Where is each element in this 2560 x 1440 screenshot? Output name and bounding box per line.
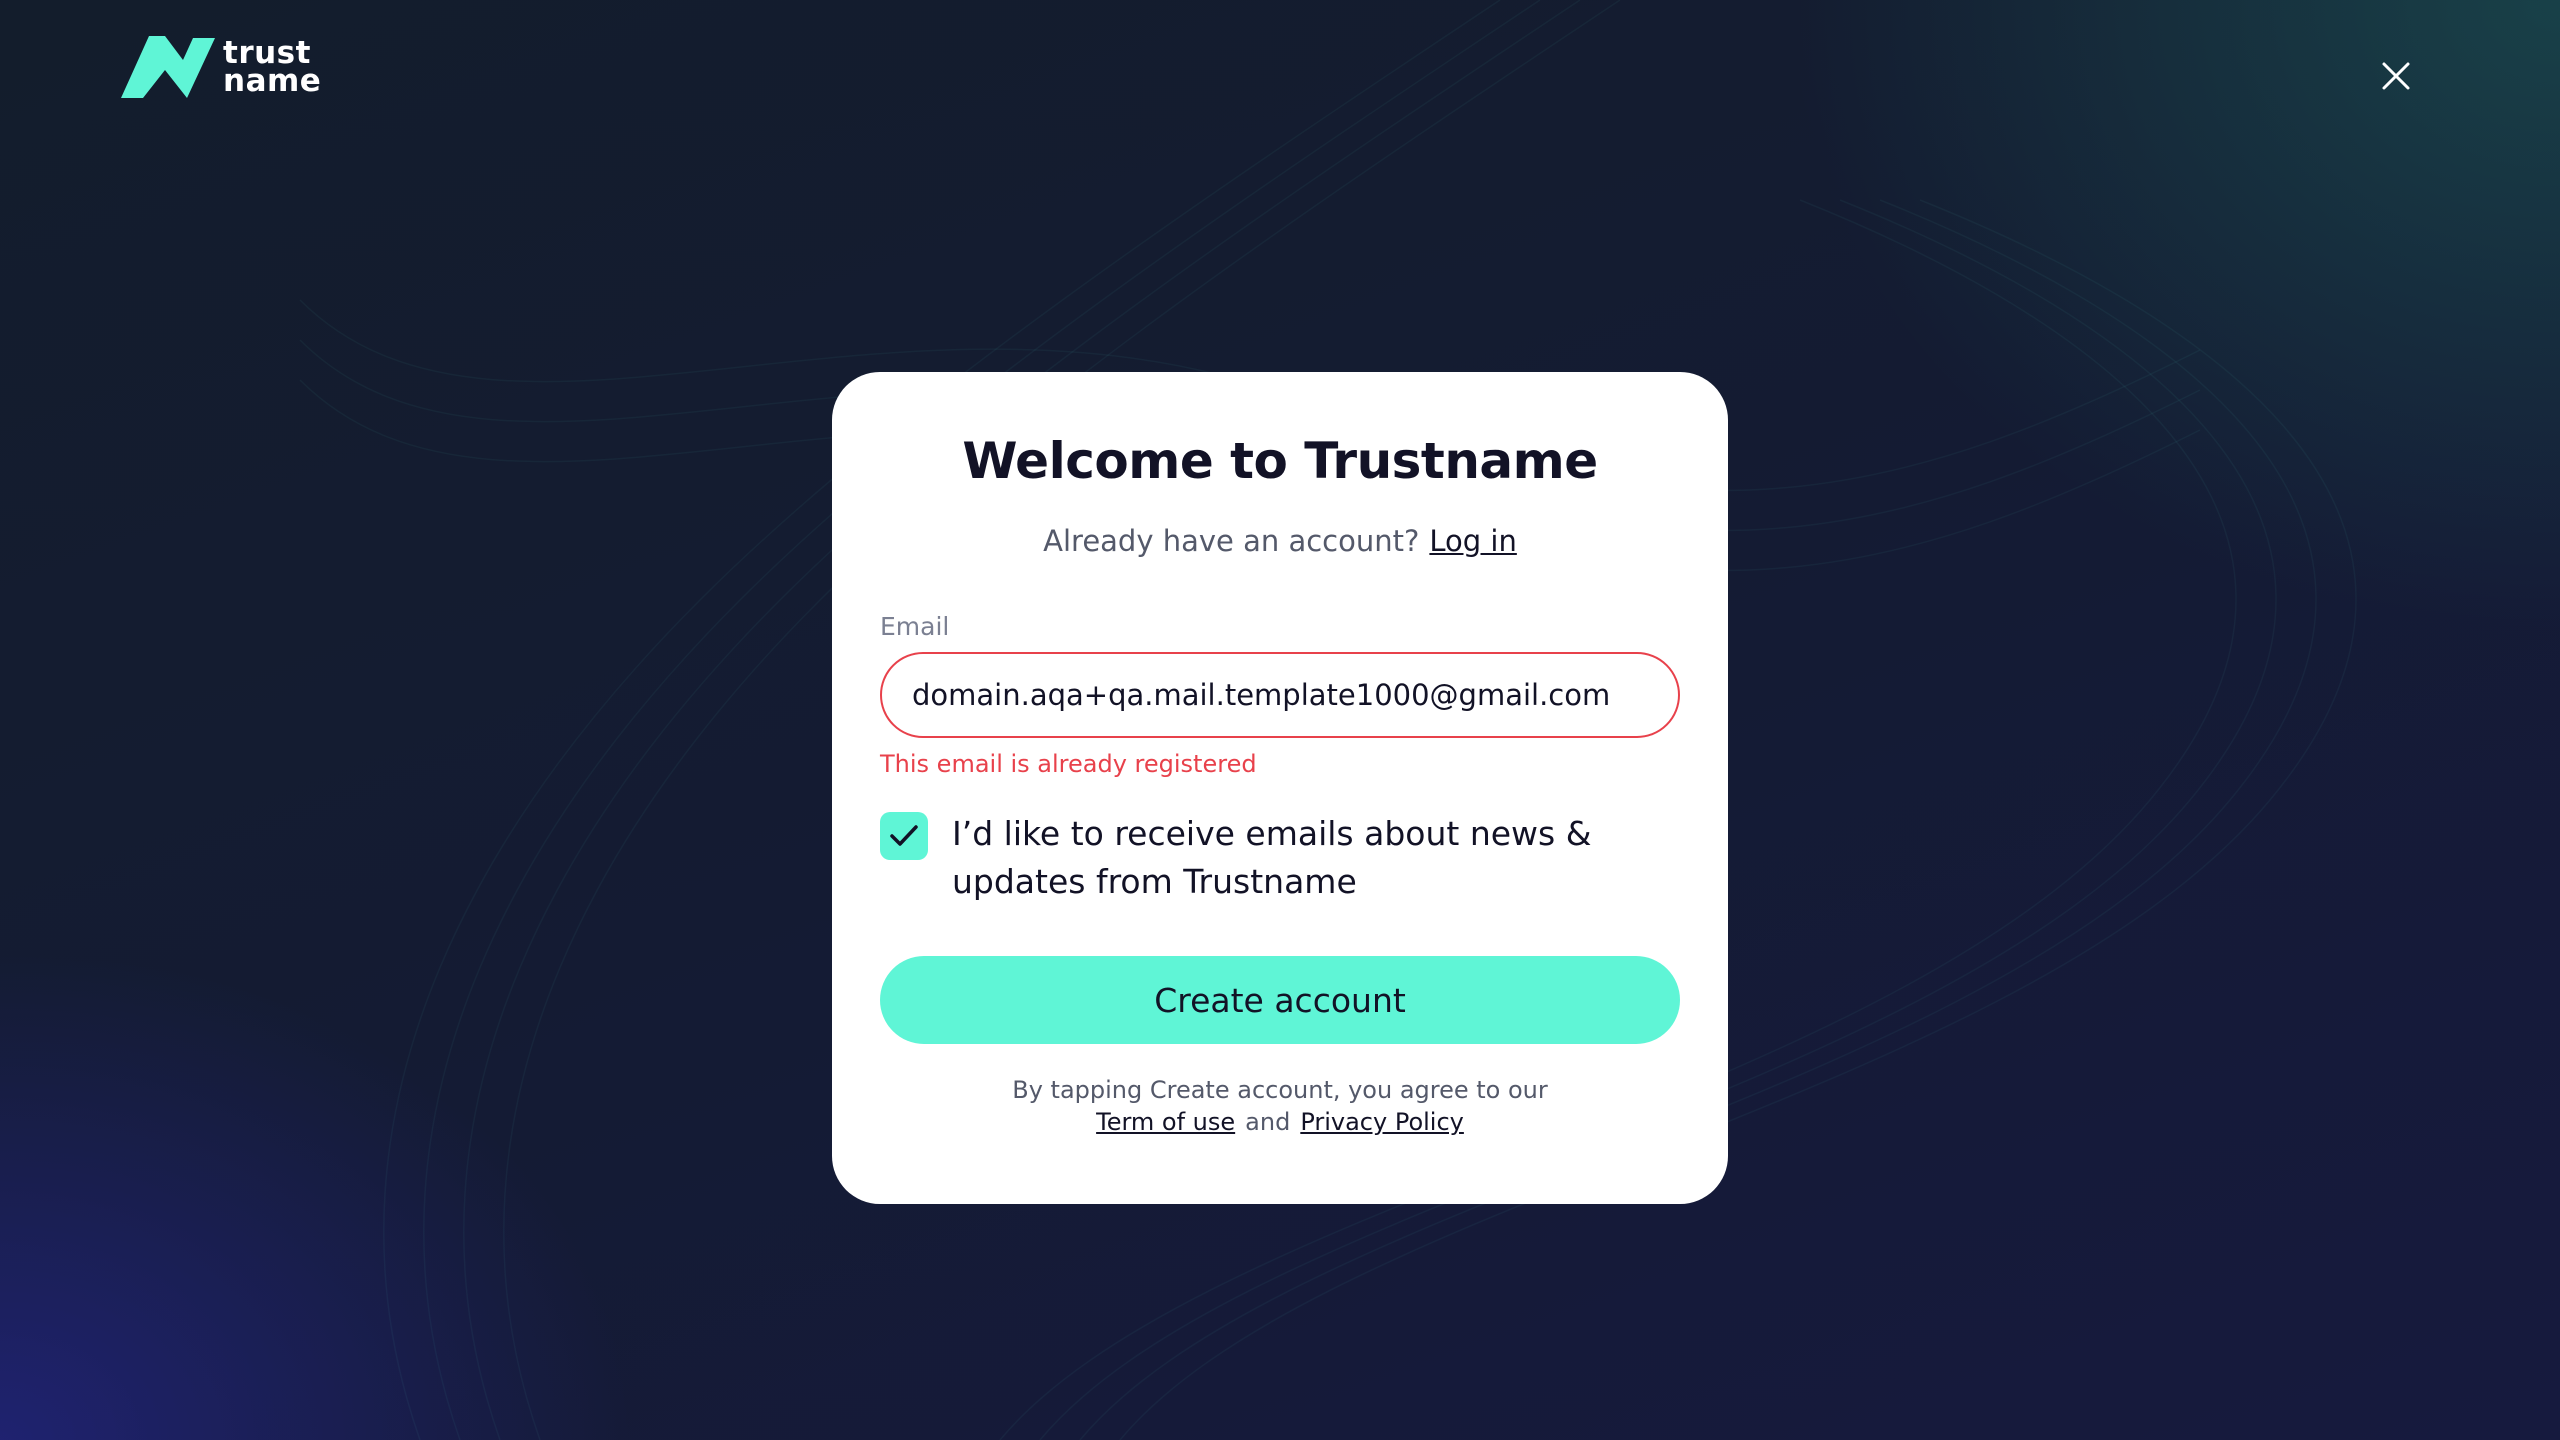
login-link[interactable]: Log in — [1429, 524, 1516, 558]
logo-wordmark: trust name — [223, 38, 322, 99]
email-error-message: This email is already registered — [880, 750, 1257, 778]
privacy-policy-link[interactable]: Privacy Policy — [1300, 1108, 1464, 1136]
close-icon — [2382, 62, 2410, 90]
trustname-logo[interactable]: trust name — [121, 34, 321, 100]
newsletter-label[interactable]: I’d like to receive emails about news & … — [952, 810, 1672, 906]
newsletter-checkbox[interactable] — [880, 812, 928, 860]
login-prompt-text: Already have an account? — [1043, 524, 1420, 558]
terms-and-text: and — [1245, 1108, 1291, 1136]
close-button[interactable] — [2376, 56, 2416, 96]
page-title: Welcome to Trustname — [962, 432, 1598, 490]
email-field[interactable] — [880, 652, 1680, 738]
terms-text: By tapping Create account, you agree to … — [1012, 1076, 1548, 1104]
terms-notice: By tapping Create account, you agree to … — [832, 1074, 1728, 1138]
terms-of-use-link[interactable]: Term of use — [1096, 1108, 1235, 1136]
create-account-button[interactable]: Create account — [880, 956, 1680, 1044]
email-label: Email — [880, 612, 950, 641]
logo-text-line2: name — [223, 63, 322, 99]
login-prompt: Already have an account? Log in — [0, 524, 2560, 558]
checkmark-icon — [890, 825, 918, 846]
logo-mark-icon — [121, 36, 215, 98]
